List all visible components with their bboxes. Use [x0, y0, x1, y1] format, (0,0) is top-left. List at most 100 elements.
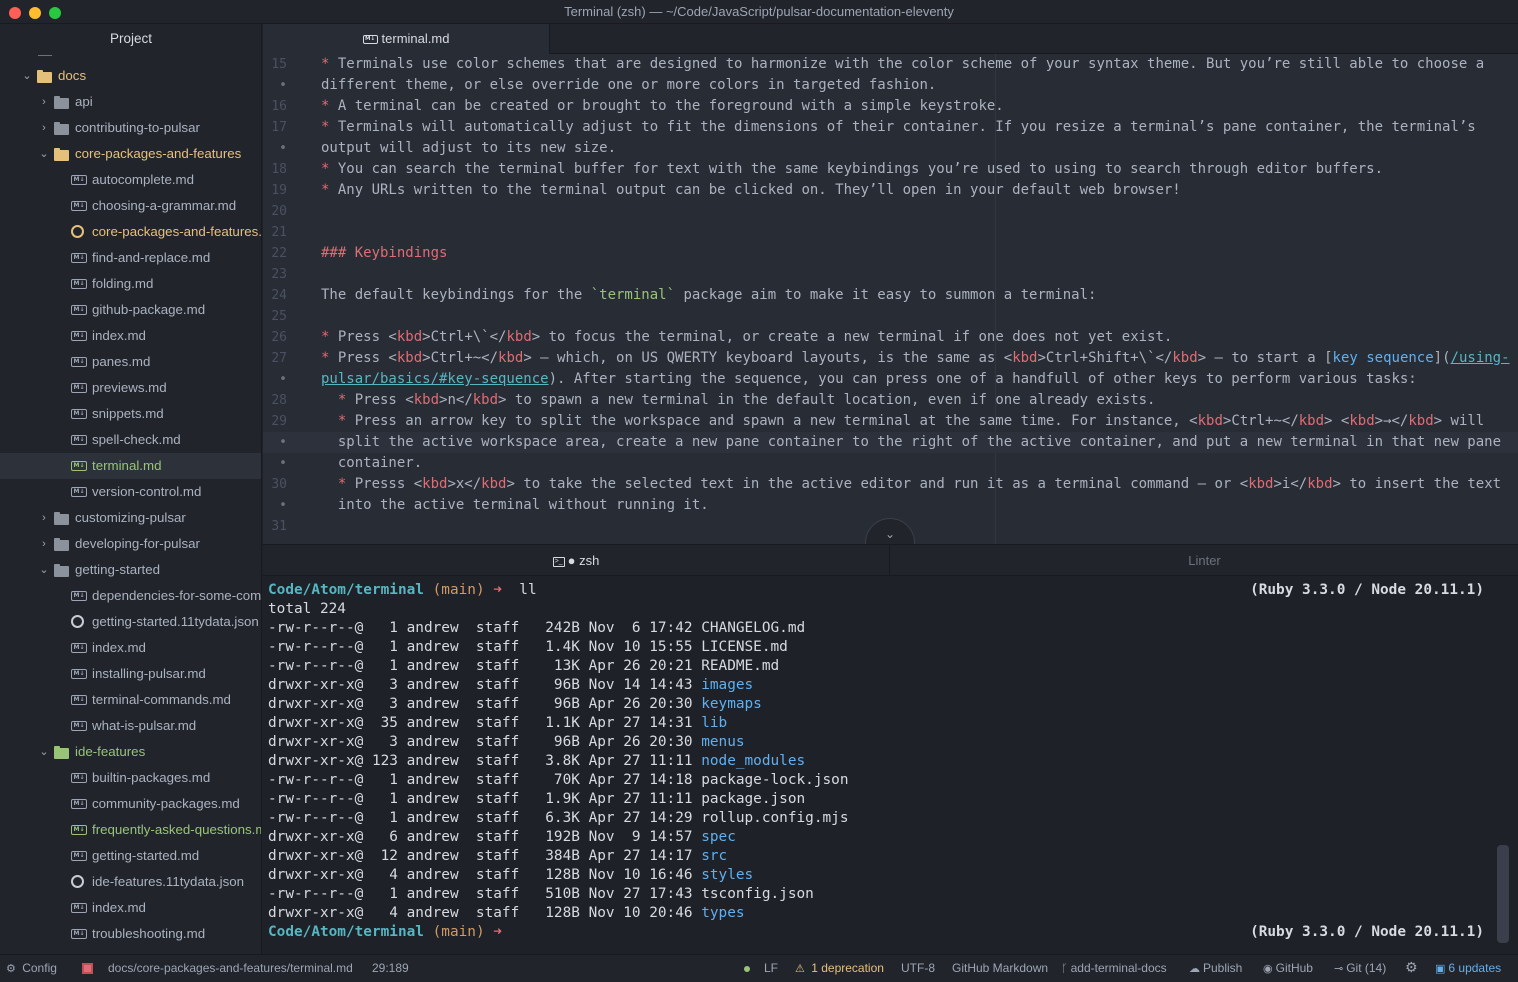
editor-line[interactable]: • container.: [263, 453, 1518, 474]
tree-file[interactable]: ide-features.11tydata.json: [0, 869, 261, 895]
ls-entry-name: CHANGELOG.md: [701, 620, 806, 636]
tree-file[interactable]: M↓ terminal.md: [0, 453, 261, 479]
code-token: >Ctrl+\`</: [422, 329, 507, 345]
tree-file[interactable]: M↓ index.md: [0, 635, 261, 661]
tree-file[interactable]: M↓ github-package.md: [0, 297, 261, 323]
tree-file[interactable]: M↓ dependencies-for-some-commands.md: [0, 583, 261, 609]
code-token: *: [321, 119, 338, 135]
editor-line[interactable]: • split the active workspace area, creat…: [263, 432, 1518, 453]
tree-file[interactable]: core-packages-and-features.11tydata.json: [0, 219, 261, 245]
chevron-down-icon[interactable]: ⌄: [38, 739, 50, 765]
editor-text[interactable]: 15 * Terminals use color schemes that are…: [263, 54, 1518, 537]
cursor-position[interactable]: 29:189: [372, 955, 409, 982]
tree-file[interactable]: M↓ community-packages.md: [0, 791, 261, 817]
editor-line[interactable]: 16 * A terminal can be created or brought…: [263, 96, 1518, 117]
github-button[interactable]: ◉ GitHub: [1263, 955, 1313, 982]
chevron-down-icon[interactable]: ⌄: [38, 557, 50, 583]
tree-folder[interactable]: ⌄ getting-started: [0, 557, 261, 583]
editor-pane: M↓ terminal.md 15 * Terminals use color sc…: [263, 24, 1518, 544]
editor-line[interactable]: 15 * Terminals use color schemes that are…: [263, 54, 1518, 75]
chevron-right-icon[interactable]: ›: [38, 89, 50, 115]
ls-entry: -rw-r--r--@ 1 andrew staff 70K Apr 27 14…: [268, 771, 849, 790]
code-token: kbd: [1298, 413, 1325, 429]
settings-icon[interactable]: ⚙: [1405, 955, 1421, 982]
tree-view-title[interactable]: Project: [0, 24, 261, 54]
editor-line[interactable]: • output will adjust to its new size.: [263, 138, 1518, 159]
tree-file[interactable]: M↓ troubleshooting.md: [0, 921, 261, 947]
chevron-right-icon[interactable]: ›: [38, 505, 50, 531]
editor-line[interactable]: • different theme, or else override one o…: [263, 75, 1518, 96]
tree-file[interactable]: M↓ index.md: [0, 323, 261, 349]
tree-file[interactable]: M↓ terminal-commands.md: [0, 687, 261, 713]
tree-folder[interactable]: ⌄ docs: [0, 63, 261, 89]
editor-tab[interactable]: M↓ terminal.md: [263, 24, 550, 54]
tab-linter[interactable]: Linter: [891, 545, 1518, 576]
grammar-selector[interactable]: GitHub Markdown: [952, 955, 1048, 982]
editor-line[interactable]: 29 * Press an arrow key to split the wor…: [263, 411, 1518, 432]
editor-line[interactable]: 28 * Press <kbd>n</kbd> to spawn a new t…: [263, 390, 1518, 411]
line-ending-selector[interactable]: LF: [764, 955, 778, 982]
terminal-view[interactable]: Code/Atom/terminal (main) ➜ ll (Ruby 3.3.…: [263, 577, 1518, 954]
branch-button[interactable]: ᚴ add-terminal-docs: [1061, 955, 1167, 982]
editor-line[interactable]: 26 * Press <kbd>Ctrl+\`</kbd> to focus th…: [263, 327, 1518, 348]
editor-line[interactable]: 19 * Any URLs written to the terminal out…: [263, 180, 1518, 201]
tree-file[interactable]: M↓ snippets.md: [0, 401, 261, 427]
prompt-line: Code/Atom/terminal (main) ➜: [268, 923, 502, 942]
tree-file[interactable]: M↓ index.md: [0, 895, 261, 921]
editor-line[interactable]: 24 The default keybindings for the `termi…: [263, 285, 1518, 306]
folder-icon: [54, 148, 69, 161]
ls-entry-meta: -rw-r--r--@ 1 andrew staff 242B Nov 6 17…: [268, 620, 702, 636]
terminal-scrollbar[interactable]: [1497, 845, 1509, 943]
chevron-right-icon[interactable]: ›: [38, 115, 50, 141]
editor-line[interactable]: 18 * You can search the terminal buffer f…: [263, 159, 1518, 180]
editor-line[interactable]: 23: [263, 264, 1518, 285]
editor-line[interactable]: 25: [263, 306, 1518, 327]
chevron-right-icon[interactable]: ›: [38, 531, 50, 557]
tree-folder[interactable]: › contributing-to-pulsar: [0, 115, 261, 141]
line-text: ### Keybindings: [321, 243, 447, 264]
publish-button[interactable]: ☁ Publish: [1189, 955, 1242, 982]
tree-file[interactable]: M↓ spell-check.md: [0, 427, 261, 453]
editor-line[interactable]: 17 * Terminals will automatically adjust …: [263, 117, 1518, 138]
tree-file[interactable]: M↓ autocomplete.md: [0, 167, 261, 193]
editor-line[interactable]: 20: [263, 201, 1518, 222]
editor-line[interactable]: 21: [263, 222, 1518, 243]
tree-folder[interactable]: ⌄ ide-features: [0, 739, 261, 765]
git-branch-icon: ᚴ: [1061, 962, 1068, 975]
tree-file[interactable]: M↓ choosing-a-grammar.md: [0, 193, 261, 219]
tree-item-label: getting-started.11tydata.json: [92, 614, 259, 629]
editor-line[interactable]: • pulsar/basics/#key-sequence). After sta…: [263, 369, 1518, 390]
tree-file[interactable]: M↓ builtin-packages.md: [0, 765, 261, 791]
tree-file[interactable]: M↓ what-is-pulsar.md: [0, 713, 261, 739]
editor-line[interactable]: 22 ### Keybindings: [263, 243, 1518, 264]
code-token: key sequence: [1332, 350, 1434, 366]
tree-file[interactable]: M↓ find-and-replace.md: [0, 245, 261, 271]
config-button[interactable]: ⚙ Config: [6, 955, 57, 982]
tree-folder[interactable]: › api: [0, 89, 261, 115]
encoding-selector[interactable]: UTF-8: [901, 955, 935, 982]
chevron-down-icon[interactable]: ⌄: [21, 63, 33, 89]
editor-line[interactable]: 30 * Presss <kbd>x</kbd> to take the sel…: [263, 474, 1518, 495]
editor-line[interactable]: • into the active terminal without runni…: [263, 495, 1518, 516]
line-number: •: [279, 78, 287, 93]
file-path[interactable]: docs/core-packages-and-features/terminal…: [108, 955, 353, 982]
chevron-down-icon[interactable]: ⌄: [38, 141, 50, 167]
tab-zsh[interactable]: >_ ● zsh: [263, 545, 890, 576]
tree-file[interactable]: M↓ getting-started.md: [0, 843, 261, 869]
markdown-icon: M↓: [71, 903, 87, 913]
tree-file[interactable]: getting-started.11tydata.json: [0, 609, 261, 635]
deprecation-button[interactable]: ⚠ 1 deprecation: [795, 955, 884, 982]
tree-folder[interactable]: › customizing-pulsar: [0, 505, 261, 531]
ls-entry: -rw-r--r--@ 1 andrew staff 1.9K Apr 27 1…: [268, 790, 805, 809]
tree-file[interactable]: M↓ frequently-asked-questions.md: [0, 817, 261, 843]
tree-file[interactable]: M↓ installing-pulsar.md: [0, 661, 261, 687]
editor-line[interactable]: 27 * Press <kbd>Ctrl+~</kbd> — which, on …: [263, 348, 1518, 369]
tree-file[interactable]: M↓ folding.md: [0, 271, 261, 297]
tree-file[interactable]: M↓ panes.md: [0, 349, 261, 375]
tree-file[interactable]: M↓ previews.md: [0, 375, 261, 401]
updates-button[interactable]: ▣ 6 updates: [1435, 955, 1501, 982]
tree-file[interactable]: M↓ version-control.md: [0, 479, 261, 505]
tree-folder[interactable]: › developing-for-pulsar: [0, 531, 261, 557]
git-button[interactable]: ⊸ Git (14): [1334, 955, 1386, 982]
tree-folder[interactable]: ⌄ core-packages-and-features: [0, 141, 261, 167]
